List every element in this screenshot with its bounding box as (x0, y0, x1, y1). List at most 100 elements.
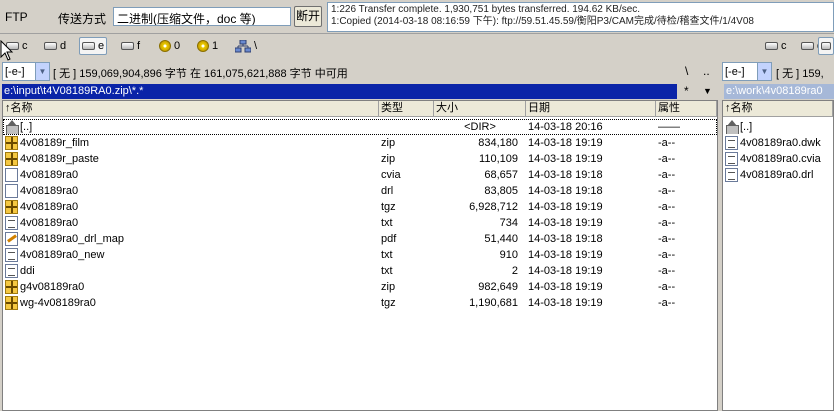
column-header: ↑名称 类型 大小 日期 属性 (3, 101, 717, 117)
transfer-mode-select[interactable]: 二进制(压缩文件，doc 等) (113, 7, 291, 26)
text-file-icon (5, 264, 18, 278)
zip-archive-icon (5, 200, 18, 214)
file-name-cell: [..] (3, 120, 379, 134)
zip-archive-icon (5, 296, 18, 310)
drive-d-button[interactable]: d (42, 37, 68, 55)
text-file-icon (725, 136, 738, 150)
chevron-down-icon[interactable]: ▼ (757, 63, 771, 80)
drive-letter: c (781, 40, 787, 52)
file-row[interactable]: 4v08189ra0.cvia (723, 151, 833, 167)
network-drive-button[interactable]: \ (233, 37, 259, 55)
zip-archive-icon (5, 152, 18, 166)
file-type: zip (381, 281, 396, 293)
column-date[interactable]: 日期 (526, 101, 656, 117)
filter-indicator[interactable]: * (684, 84, 689, 98)
file-name-cell: 4v08189r_film (3, 136, 379, 150)
log-line: 1:226 Transfer complete. 1,930,751 bytes… (331, 4, 641, 15)
history-dropdown-icon[interactable]: ▼ (703, 86, 712, 96)
file-row[interactable]: 4v08189ra0 cvia 68,657 14-03-18 19:18 -a-- (3, 167, 717, 183)
file-attr: -a-- (658, 265, 676, 277)
file-type: zip (381, 153, 396, 165)
file-row[interactable]: 4v08189ra0 drl 83,805 14-03-18 19:18 -a-- (3, 183, 717, 199)
drive-e-button[interactable]: e (79, 37, 108, 55)
ftp-log[interactable]: 1:226 Transfer complete. 1,930,751 bytes… (327, 2, 834, 32)
drive-0-button[interactable]: 0 (157, 37, 182, 55)
file-row[interactable]: 4v08189ra0 tgz 6,928,712 14-03-18 19:19 -a-- (3, 199, 717, 215)
file-name-cell: 4v08189ra0 (3, 216, 379, 230)
file-row[interactable]: [..] (723, 119, 833, 135)
column-size[interactable]: 大小 (434, 101, 526, 117)
right-file-panel[interactable]: ↑名称 [..] 4v08189ra0.dwk 4v08189ra0.cvia 4v0… (722, 100, 834, 411)
file-date: 14-03-18 19:19 (528, 297, 603, 309)
drive-1-button[interactable]: 1 (195, 37, 220, 55)
file-row[interactable]: 4v08189ra0.drl (723, 167, 833, 183)
panel-info-bar: [-e-] ▼ [ 无 ] 159,069,904,896 字节 在 161,0… (0, 60, 834, 82)
column-attr[interactable]: 属性 (656, 101, 717, 117)
hard-drive-icon (121, 42, 134, 50)
file-icon (5, 184, 18, 198)
left-file-panel[interactable]: ↑名称 类型 大小 日期 属性 [..] <DIR> 14-03-18 20:16 —… (2, 100, 718, 411)
file-row[interactable]: 4v08189r_film zip 834,180 14-03-18 19:19 -a-… (3, 135, 717, 151)
drive-c-button[interactable]: c (763, 37, 789, 55)
file-date: 14-03-18 19:18 (528, 233, 603, 245)
right-path-bar[interactable]: e:\work\4v08189ra0 (724, 84, 834, 99)
file-row[interactable]: ddi txt 2 14-03-18 19:19 -a-- (3, 263, 717, 279)
file-attr: —— (658, 121, 680, 133)
file-row[interactable]: 4v08189r_paste zip 110,109 14-03-18 19:19 -a… (3, 151, 717, 167)
file-name-cell: [..] (723, 120, 833, 134)
right-drive-combo[interactable]: [-e-] ▼ (722, 62, 772, 81)
zip-archive-icon (5, 280, 18, 294)
file-row[interactable]: 4v08189ra0.dwk (723, 135, 833, 151)
left-path-bar[interactable]: e:\input\t4V08189RA0.zip\*.* (2, 84, 677, 99)
file-date: 14-03-18 19:19 (528, 201, 603, 213)
drive-f-button[interactable]: f (119, 37, 142, 55)
column-header: ↑名称 (723, 101, 833, 117)
file-type: tgz (381, 297, 396, 309)
file-name: g4v08189ra0 (20, 281, 85, 293)
hard-drive-icon (765, 42, 778, 50)
column-type[interactable]: 类型 (379, 101, 434, 117)
file-size: 51,440 (484, 233, 518, 245)
file-row[interactable]: [..] <DIR> 14-03-18 20:16 —— (3, 119, 717, 135)
drive-letter: 1 (212, 40, 219, 52)
drive-letter: 0 (174, 40, 181, 52)
file-type: txt (381, 249, 393, 261)
disconnect-button[interactable]: 断开 (294, 6, 322, 27)
file-row[interactable]: wg-4v08189ra0 tgz 1,190,681 14-03-18 19:19 -… (3, 295, 717, 311)
file-name: 4v08189r_film (20, 137, 90, 149)
file-attr: -a-- (658, 137, 676, 149)
drive-e-button[interactable] (818, 37, 834, 55)
file-size: 834,180 (478, 137, 518, 149)
chevron-down-icon[interactable]: ▼ (35, 63, 49, 80)
parent-dir-button[interactable]: .. (703, 64, 710, 78)
file-type: txt (381, 217, 393, 229)
ftp-label[interactable]: FTP (5, 10, 28, 24)
text-file-icon (725, 168, 738, 182)
drive-bar: c d e f 0 1 \ c d (0, 35, 834, 57)
pdf-file-icon (5, 232, 18, 246)
file-size: 1,190,681 (469, 297, 518, 309)
file-icon (5, 168, 18, 182)
file-name: [..] (740, 121, 753, 133)
column-name[interactable]: ↑名称 (723, 101, 833, 117)
file-date: 14-03-18 19:19 (528, 137, 603, 149)
file-size: 734 (499, 217, 518, 229)
file-date: 14-03-18 19:19 (528, 217, 603, 229)
root-dir-button[interactable]: \ (685, 64, 688, 78)
file-name: ddi (20, 265, 35, 277)
file-row[interactable]: 4v08189ra0 txt 734 14-03-18 19:19 -a-- (3, 215, 717, 231)
left-drive-combo[interactable]: [-e-] ▼ (2, 62, 50, 81)
file-row[interactable]: 4v08189ra0_new txt 910 14-03-18 19:19 -a-- (3, 247, 717, 263)
file-attr: -a-- (658, 281, 676, 293)
file-attr: -a-- (658, 201, 676, 213)
file-row[interactable]: 4v08189ra0_drl_map pdf 51,440 14-03-18 19:1… (3, 231, 717, 247)
column-name[interactable]: ↑名称 (3, 101, 379, 117)
file-name: 4v08189ra0_new (20, 249, 105, 261)
file-name: 4v08189ra0 (20, 185, 79, 197)
file-name-cell: 4v08189ra0_drl_map (3, 232, 379, 246)
file-row[interactable]: g4v08189ra0 zip 982,649 14-03-18 19:19 -a-- (3, 279, 717, 295)
drive-combo-value: [-e-] (725, 65, 745, 78)
file-list: [..] <DIR> 14-03-18 20:16 —— 4v08189r_filmzi… (3, 119, 717, 311)
mouse-cursor-icon (0, 40, 14, 61)
file-name-cell: 4v08189r_paste (3, 152, 379, 166)
